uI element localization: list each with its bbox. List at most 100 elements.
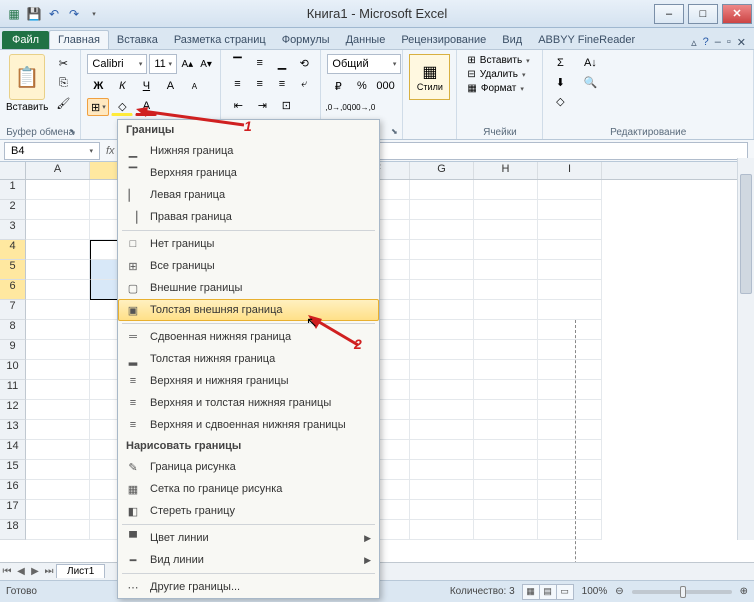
fill-button[interactable]: ⬇ bbox=[549, 73, 571, 91]
borders-item-12[interactable]: ≡Верхняя и сдвоенная нижняя границы bbox=[118, 414, 379, 436]
cell-A15[interactable] bbox=[26, 460, 90, 480]
cell-G7[interactable] bbox=[410, 300, 474, 320]
align-left-button[interactable]: ≡ bbox=[227, 75, 247, 93]
cell-H12[interactable] bbox=[474, 400, 538, 420]
row-header-16[interactable]: 16 bbox=[0, 480, 26, 500]
borders-item-1[interactable]: ▔Верхняя граница bbox=[118, 162, 379, 184]
cell-styles-button[interactable]: ▦ Стили bbox=[409, 54, 450, 100]
comma-button[interactable]: 000 bbox=[375, 77, 397, 95]
borders-item-5[interactable]: ⊞Все границы bbox=[118, 255, 379, 277]
cell-A14[interactable] bbox=[26, 440, 90, 460]
draw-borders-item-3[interactable]: ▀Цвет линии▶ bbox=[118, 527, 379, 549]
cell-I1[interactable] bbox=[538, 180, 602, 200]
sheet-nav-last-icon[interactable]: ⏭ bbox=[42, 566, 56, 577]
cell-H16[interactable] bbox=[474, 480, 538, 500]
file-tab[interactable]: Файл bbox=[2, 31, 49, 49]
close-button[interactable]: ✕ bbox=[722, 4, 752, 24]
cell-I6[interactable] bbox=[538, 280, 602, 300]
tab-formulas[interactable]: Формулы bbox=[274, 31, 338, 49]
align-top-button[interactable]: ▔ bbox=[227, 54, 247, 72]
font-name-dropdown[interactable]: Calibri▾ bbox=[87, 54, 147, 74]
cell-H13[interactable] bbox=[474, 420, 538, 440]
doc-close-icon[interactable]: ✕ bbox=[737, 36, 746, 49]
cell-H9[interactable] bbox=[474, 340, 538, 360]
cell-G10[interactable] bbox=[410, 360, 474, 380]
cell-A1[interactable] bbox=[26, 180, 90, 200]
zoom-slider-thumb[interactable] bbox=[680, 586, 686, 598]
cell-G3[interactable] bbox=[410, 220, 474, 240]
borders-item-11[interactable]: ≡Верхняя и толстая нижняя границы bbox=[118, 392, 379, 414]
row-header-6[interactable]: 6 bbox=[0, 280, 26, 300]
align-center-button[interactable]: ≡ bbox=[250, 75, 270, 93]
row-header-13[interactable]: 13 bbox=[0, 420, 26, 440]
excel-icon[interactable]: ▦ bbox=[6, 6, 22, 22]
cell-I3[interactable] bbox=[538, 220, 602, 240]
doc-restore-icon[interactable]: ▫ bbox=[727, 36, 731, 49]
cell-I11[interactable] bbox=[538, 380, 602, 400]
fill-color-button[interactable]: ◇ bbox=[111, 98, 133, 116]
cell-I15[interactable] bbox=[538, 460, 602, 480]
draw-borders-item-4[interactable]: ━Вид линии▶ bbox=[118, 549, 379, 571]
cell-H11[interactable] bbox=[474, 380, 538, 400]
borders-item-0[interactable]: ▁Нижняя граница bbox=[118, 140, 379, 162]
tab-review[interactable]: Рецензирование bbox=[393, 31, 494, 49]
cell-A8[interactable] bbox=[26, 320, 90, 340]
cell-H15[interactable] bbox=[474, 460, 538, 480]
cell-I12[interactable] bbox=[538, 400, 602, 420]
cut-button[interactable]: ✂ bbox=[52, 54, 74, 72]
clipboard-launcher-icon[interactable]: ⬊ bbox=[66, 125, 78, 137]
cell-H14[interactable] bbox=[474, 440, 538, 460]
row-header-12[interactable]: 12 bbox=[0, 400, 26, 420]
sheet-nav-prev-icon[interactable]: ◀ bbox=[14, 566, 28, 577]
sheet-nav-next-icon[interactable]: ▶ bbox=[28, 566, 42, 577]
autosum-button[interactable]: Σ bbox=[549, 54, 571, 72]
cell-G16[interactable] bbox=[410, 480, 474, 500]
cell-G6[interactable] bbox=[410, 280, 474, 300]
draw-borders-item-5[interactable]: ⋯Другие границы... bbox=[118, 576, 379, 598]
cell-A18[interactable] bbox=[26, 520, 90, 540]
cell-A7[interactable] bbox=[26, 300, 90, 320]
find-select-button[interactable]: 🔍 bbox=[575, 73, 605, 91]
draw-borders-item-0[interactable]: ✎Граница рисунка bbox=[118, 456, 379, 478]
borders-button[interactable]: ⊞▾ bbox=[87, 98, 109, 116]
cell-H7[interactable] bbox=[474, 300, 538, 320]
col-header-G[interactable]: G bbox=[410, 162, 474, 179]
merge-button[interactable]: ⊡ bbox=[275, 96, 297, 114]
percent-button[interactable]: % bbox=[351, 77, 373, 95]
increase-indent-button[interactable]: ⇥ bbox=[251, 96, 273, 114]
row-header-17[interactable]: 17 bbox=[0, 500, 26, 520]
clear-button[interactable]: ◇ bbox=[549, 92, 571, 110]
row-header-18[interactable]: 18 bbox=[0, 520, 26, 540]
select-all-corner[interactable] bbox=[0, 162, 26, 179]
cell-A10[interactable] bbox=[26, 360, 90, 380]
row-header-11[interactable]: 11 bbox=[0, 380, 26, 400]
bold-button[interactable]: Ж bbox=[87, 77, 109, 95]
tab-abbyy[interactable]: ABBYY FineReader bbox=[530, 31, 643, 49]
cell-I17[interactable] bbox=[538, 500, 602, 520]
cell-I7[interactable] bbox=[538, 300, 602, 320]
grow-font-button[interactable]: A▴ bbox=[179, 55, 196, 73]
view-page-break-button[interactable]: ▭ bbox=[556, 584, 574, 600]
name-box[interactable]: B4▾ bbox=[4, 142, 100, 160]
number-launcher-icon[interactable]: ⬊ bbox=[388, 125, 400, 137]
cell-G17[interactable] bbox=[410, 500, 474, 520]
cell-A2[interactable] bbox=[26, 200, 90, 220]
wrap-text-button[interactable]: ⤶ bbox=[294, 75, 314, 93]
undo-icon[interactable]: ↶ bbox=[46, 6, 62, 22]
row-header-5[interactable]: 5 bbox=[0, 260, 26, 280]
font-size-dropdown[interactable]: 11▾ bbox=[149, 54, 177, 74]
row-header-10[interactable]: 10 bbox=[0, 360, 26, 380]
tab-view[interactable]: Вид bbox=[494, 31, 530, 49]
zoom-slider[interactable] bbox=[632, 590, 732, 594]
col-header-H[interactable]: H bbox=[474, 162, 538, 179]
vertical-scroll-thumb[interactable] bbox=[740, 174, 752, 294]
cell-A17[interactable] bbox=[26, 500, 90, 520]
shrink-font-button[interactable]: A▾ bbox=[198, 55, 215, 73]
maximize-button[interactable]: □ bbox=[688, 4, 718, 24]
font-shrink2[interactable]: A bbox=[183, 77, 205, 95]
align-middle-button[interactable]: ≡ bbox=[250, 54, 270, 72]
cell-H8[interactable] bbox=[474, 320, 538, 340]
view-page-layout-button[interactable]: ▤ bbox=[539, 584, 557, 600]
cell-I4[interactable] bbox=[538, 240, 602, 260]
copy-button[interactable]: ⎘ bbox=[52, 74, 74, 92]
